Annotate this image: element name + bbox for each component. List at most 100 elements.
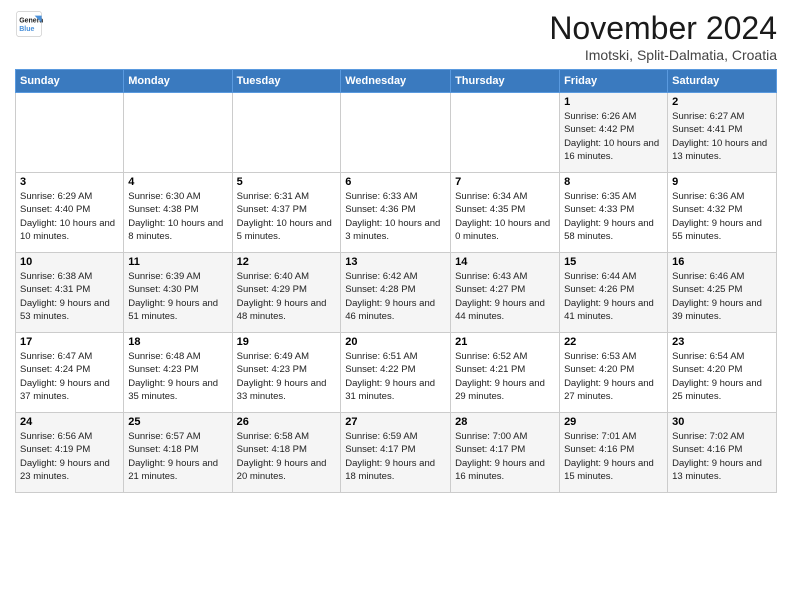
col-wednesday: Wednesday [341, 70, 451, 93]
day-info: Sunrise: 6:53 AM Sunset: 4:20 PM Dayligh… [564, 350, 663, 403]
calendar-cell: 22 Sunrise: 6:53 AM Sunset: 4:20 PM Dayli… [560, 333, 668, 413]
day-info: Sunrise: 6:47 AM Sunset: 4:24 PM Dayligh… [20, 350, 119, 403]
logo: General Blue [15, 10, 43, 38]
day-info: Sunrise: 7:01 AM Sunset: 4:16 PM Dayligh… [564, 430, 663, 483]
day-number: 28 [455, 416, 555, 428]
subtitle: Imotski, Split-Dalmatia, Croatia [549, 47, 777, 63]
day-number: 17 [20, 336, 119, 348]
month-title: November 2024 [549, 10, 777, 47]
day-number: 8 [564, 176, 663, 188]
day-number: 18 [128, 336, 227, 348]
calendar-cell: 1 Sunrise: 6:26 AM Sunset: 4:42 PM Daylig… [560, 93, 668, 173]
day-number: 1 [564, 96, 663, 108]
calendar-cell: 12Sunrise: 6:40 AM Sunset: 4:29 PM Dayli… [232, 253, 341, 333]
day-number: 20 [345, 336, 446, 348]
calendar-cell [232, 93, 341, 173]
day-info: Sunrise: 6:31 AM Sunset: 4:37 PM Dayligh… [237, 190, 337, 243]
calendar-week-3: 17 Sunrise: 6:47 AM Sunset: 4:24 PM Dayli… [16, 333, 777, 413]
day-info: Sunrise: 6:59 AM Sunset: 4:17 PM Dayligh… [345, 430, 446, 483]
day-info: Sunrise: 6:30 AM Sunset: 4:38 PM Dayligh… [128, 190, 227, 243]
page-container: General Blue November 2024 Imotski, Spli… [0, 0, 792, 501]
calendar-cell: 17 Sunrise: 6:47 AM Sunset: 4:24 PM Dayli… [16, 333, 124, 413]
calendar-cell: 24 Sunrise: 6:56 AM Sunset: 4:19 PM Dayli… [16, 413, 124, 493]
calendar-cell: 13Sunrise: 6:42 AM Sunset: 4:28 PM Dayli… [341, 253, 451, 333]
svg-text:Blue: Blue [19, 26, 34, 33]
day-number: 4 [128, 176, 227, 188]
day-info: Sunrise: 6:39 AM Sunset: 4:30 PM Dayligh… [128, 270, 227, 323]
day-info: Sunrise: 6:46 AM Sunset: 4:25 PM Dayligh… [672, 270, 772, 323]
day-info: Sunrise: 6:26 AM Sunset: 4:42 PM Dayligh… [564, 110, 663, 163]
calendar-week-0: 1 Sunrise: 6:26 AM Sunset: 4:42 PM Daylig… [16, 93, 777, 173]
day-info: Sunrise: 6:43 AM Sunset: 4:27 PM Dayligh… [455, 270, 555, 323]
day-info: Sunrise: 6:54 AM Sunset: 4:20 PM Dayligh… [672, 350, 772, 403]
day-info: Sunrise: 7:02 AM Sunset: 4:16 PM Dayligh… [672, 430, 772, 483]
calendar-cell: 29 Sunrise: 7:01 AM Sunset: 4:16 PM Dayli… [560, 413, 668, 493]
day-info: Sunrise: 6:42 AM Sunset: 4:28 PM Dayligh… [345, 270, 446, 323]
col-saturday: Saturday [668, 70, 777, 93]
day-number: 24 [20, 416, 119, 428]
col-thursday: Thursday [451, 70, 560, 93]
day-number: 6 [345, 176, 446, 188]
day-number: 21 [455, 336, 555, 348]
day-info: Sunrise: 6:51 AM Sunset: 4:22 PM Dayligh… [345, 350, 446, 403]
calendar-cell: 11 Sunrise: 6:39 AM Sunset: 4:30 PM Dayli… [124, 253, 232, 333]
calendar-cell: 6 Sunrise: 6:33 AM Sunset: 4:36 PM Daylig… [341, 173, 451, 253]
day-number: 2 [672, 96, 772, 108]
day-info: Sunrise: 6:35 AM Sunset: 4:33 PM Dayligh… [564, 190, 663, 243]
calendar-cell: 27 Sunrise: 6:59 AM Sunset: 4:17 PM Dayli… [341, 413, 451, 493]
col-friday: Friday [560, 70, 668, 93]
day-info: Sunrise: 6:29 AM Sunset: 4:40 PM Dayligh… [20, 190, 119, 243]
day-info: Sunrise: 6:36 AM Sunset: 4:32 PM Dayligh… [672, 190, 772, 243]
day-number: 25 [128, 416, 227, 428]
day-number: 22 [564, 336, 663, 348]
calendar-cell: 15Sunrise: 6:44 AM Sunset: 4:26 PM Dayli… [560, 253, 668, 333]
calendar-cell: 23 Sunrise: 6:54 AM Sunset: 4:20 PM Dayli… [668, 333, 777, 413]
day-number: 30 [672, 416, 772, 428]
day-number: 10 [20, 256, 119, 268]
day-info: Sunrise: 6:57 AM Sunset: 4:18 PM Dayligh… [128, 430, 227, 483]
calendar-cell: 30 Sunrise: 7:02 AM Sunset: 4:16 PM Dayli… [668, 413, 777, 493]
calendar-cell: 5 Sunrise: 6:31 AM Sunset: 4:37 PM Daylig… [232, 173, 341, 253]
calendar-cell: 18 Sunrise: 6:48 AM Sunset: 4:23 PM Dayli… [124, 333, 232, 413]
calendar-cell [124, 93, 232, 173]
calendar-cell: 21 Sunrise: 6:52 AM Sunset: 4:21 PM Dayli… [451, 333, 560, 413]
day-info: Sunrise: 6:34 AM Sunset: 4:35 PM Dayligh… [455, 190, 555, 243]
title-block: November 2024 Imotski, Split-Dalmatia, C… [549, 10, 777, 63]
day-info: Sunrise: 6:33 AM Sunset: 4:36 PM Dayligh… [345, 190, 446, 243]
day-number: 7 [455, 176, 555, 188]
calendar-cell: 28Sunrise: 7:00 AM Sunset: 4:17 PM Dayli… [451, 413, 560, 493]
calendar-cell: 2Sunrise: 6:27 AM Sunset: 4:41 PM Daylig… [668, 93, 777, 173]
calendar-cell: 4 Sunrise: 6:30 AM Sunset: 4:38 PM Daylig… [124, 173, 232, 253]
day-info: Sunrise: 6:48 AM Sunset: 4:23 PM Dayligh… [128, 350, 227, 403]
calendar-cell: 3 Sunrise: 6:29 AM Sunset: 4:40 PM Daylig… [16, 173, 124, 253]
day-info: Sunrise: 6:56 AM Sunset: 4:19 PM Dayligh… [20, 430, 119, 483]
header: General Blue November 2024 Imotski, Spli… [15, 10, 777, 63]
logo-icon: General Blue [15, 10, 43, 38]
col-tuesday: Tuesday [232, 70, 341, 93]
calendar-cell: 9Sunrise: 6:36 AM Sunset: 4:32 PM Daylig… [668, 173, 777, 253]
col-monday: Monday [124, 70, 232, 93]
calendar-cell [451, 93, 560, 173]
calendar-week-1: 3 Sunrise: 6:29 AM Sunset: 4:40 PM Daylig… [16, 173, 777, 253]
day-number: 15 [564, 256, 663, 268]
calendar-header-row: Sunday Monday Tuesday Wednesday Thursday… [16, 70, 777, 93]
day-info: Sunrise: 6:52 AM Sunset: 4:21 PM Dayligh… [455, 350, 555, 403]
day-number: 14 [455, 256, 555, 268]
day-number: 5 [237, 176, 337, 188]
calendar-week-2: 10Sunrise: 6:38 AM Sunset: 4:31 PM Dayli… [16, 253, 777, 333]
day-number: 23 [672, 336, 772, 348]
calendar-cell [16, 93, 124, 173]
calendar-cell: 26Sunrise: 6:58 AM Sunset: 4:18 PM Dayli… [232, 413, 341, 493]
day-number: 11 [128, 256, 227, 268]
day-number: 29 [564, 416, 663, 428]
day-number: 12 [237, 256, 337, 268]
day-info: Sunrise: 6:58 AM Sunset: 4:18 PM Dayligh… [237, 430, 337, 483]
calendar-cell: 20 Sunrise: 6:51 AM Sunset: 4:22 PM Dayli… [341, 333, 451, 413]
calendar-table: Sunday Monday Tuesday Wednesday Thursday… [15, 69, 777, 493]
calendar-cell: 25 Sunrise: 6:57 AM Sunset: 4:18 PM Dayli… [124, 413, 232, 493]
col-sunday: Sunday [16, 70, 124, 93]
calendar-cell: 16Sunrise: 6:46 AM Sunset: 4:25 PM Dayli… [668, 253, 777, 333]
day-number: 27 [345, 416, 446, 428]
day-info: Sunrise: 6:49 AM Sunset: 4:23 PM Dayligh… [237, 350, 337, 403]
day-number: 3 [20, 176, 119, 188]
